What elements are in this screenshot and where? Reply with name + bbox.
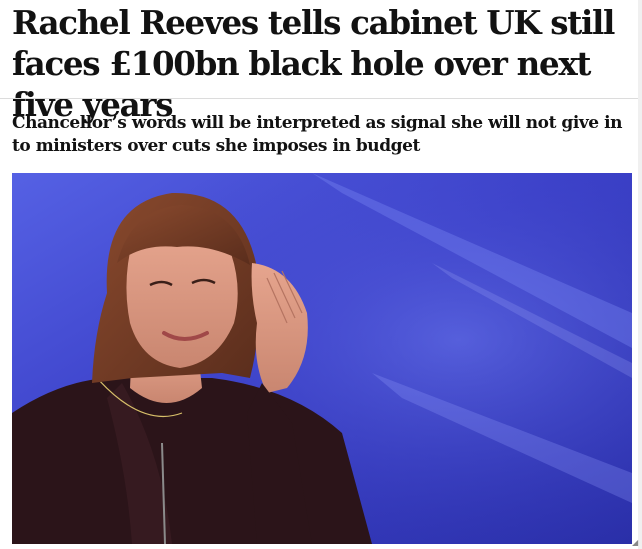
- resize-grip-icon[interactable]: ◢: [632, 539, 640, 547]
- hero-photo: [12, 173, 632, 544]
- hero-image[interactable]: [12, 173, 632, 544]
- article-standfirst: Chancellor’s words will be interpreted a…: [12, 113, 623, 156]
- article-headline[interactable]: Rachel Reeves tells cabinet UK still fac…: [12, 2, 638, 125]
- scrollbar-edge[interactable]: [638, 0, 642, 549]
- divider: [0, 98, 642, 99]
